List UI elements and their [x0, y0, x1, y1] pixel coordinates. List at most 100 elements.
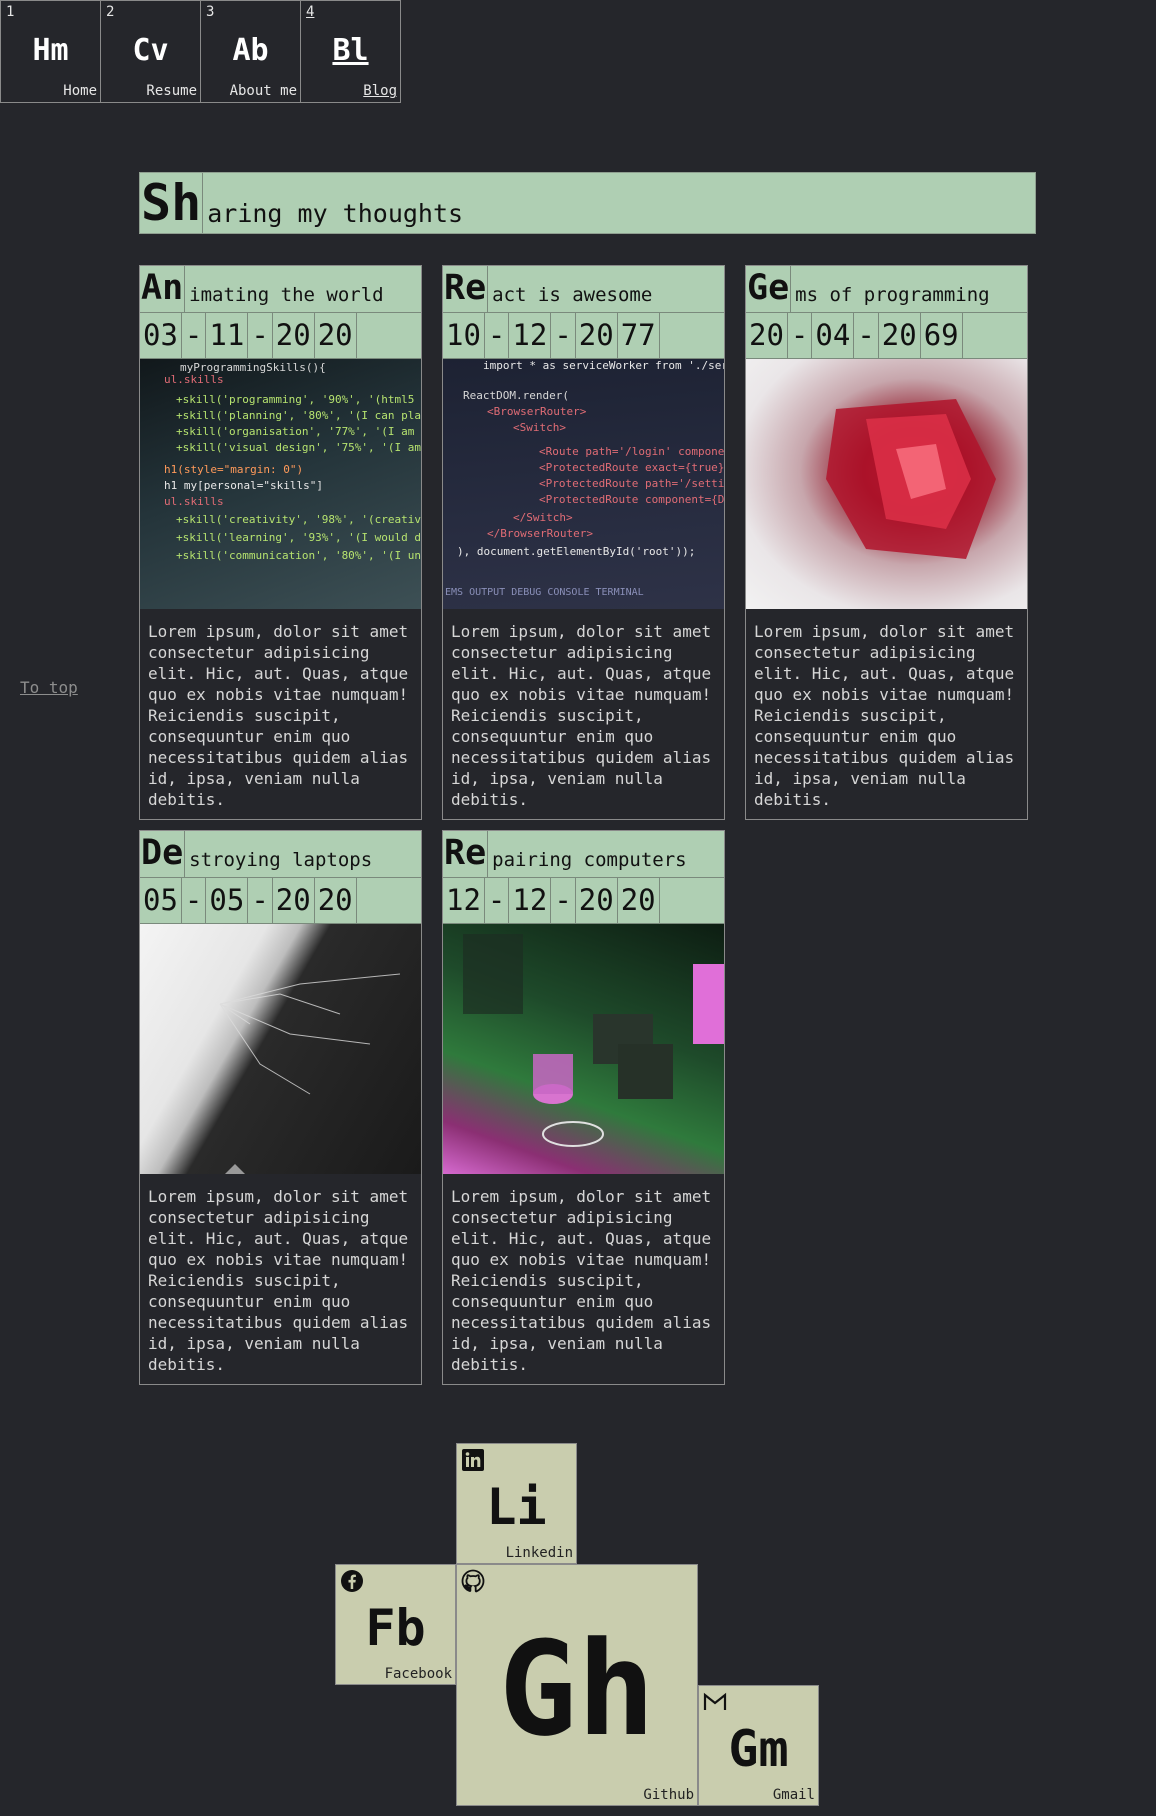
code-line: +skill('planning', '80%', '(I can plan v…	[176, 409, 421, 422]
post-title: An imating the world	[140, 266, 421, 313]
code-line: <ProtectedRoute path='/settings' co	[539, 477, 724, 490]
linkedin-tile[interactable]: Li Linkedin	[456, 1443, 577, 1564]
date-separator: -	[248, 878, 273, 923]
nav-symbol: Hm	[32, 33, 69, 68]
date-year: 20	[618, 878, 660, 923]
nav-number: 4	[306, 4, 315, 20]
date-month: 04	[812, 313, 855, 358]
nav-blog[interactable]: 4 Bl Blog	[300, 1, 401, 102]
date-day: 10	[443, 313, 485, 358]
post-title: Re pairing computers	[443, 831, 724, 878]
date-day: 05	[140, 878, 182, 923]
code-line: ul.skills	[164, 373, 224, 386]
code-line: <BrowserRouter>	[487, 405, 587, 418]
post-title-symbol: Re	[443, 266, 489, 312]
code-line: <Switch>	[513, 421, 566, 434]
post-title: De stroying laptops	[140, 831, 421, 878]
linkedin-icon	[462, 1449, 484, 1471]
post-card[interactable]: An imating the world 03-11-20 20 myProgra…	[139, 265, 422, 820]
nav-home[interactable]: 1 Hm Home	[0, 1, 100, 102]
date-separator: -	[485, 313, 510, 358]
gmail-label: Gmail	[772, 1787, 815, 1803]
code-line: <Route path='/login' component={Log	[539, 445, 724, 458]
post-date: 10-12-20 77	[443, 313, 724, 359]
post-date: 12-12-20 20	[443, 878, 724, 924]
code-line: +skill('organisation', '77%', '(I am goo…	[176, 425, 421, 438]
github-label: Github	[643, 1787, 694, 1803]
post-date: 03-11-20 20	[140, 313, 421, 359]
post-image-circuit-board	[443, 924, 724, 1174]
nav-label: About me	[229, 83, 297, 99]
linkedin-label: Linkedin	[505, 1545, 573, 1561]
code-line: ul.skills	[164, 495, 224, 508]
facebook-label: Facebook	[384, 1666, 452, 1682]
code-line: +skill('communication', '80%', '(I under…	[176, 549, 421, 562]
nav-label: Resume	[146, 83, 197, 99]
post-image-react-code: import * as serviceWorker from './servic…	[443, 359, 724, 609]
date-year: 20	[315, 313, 357, 358]
post-date: 05-05-20 20	[140, 878, 421, 924]
post-title-symbol: Re	[443, 831, 489, 877]
date-separator: -	[551, 313, 576, 358]
nav-about[interactable]: 3 Ab About me	[200, 1, 300, 102]
top-navigation: 1 Hm Home 2 Cv Resume 3 Ab About me 4 Bl…	[0, 0, 401, 103]
date-century: 20	[576, 313, 618, 358]
code-line: <ProtectedRoute exact={true} path	[539, 461, 724, 474]
date-century: 20	[273, 878, 315, 923]
post-title-symbol: De	[140, 831, 186, 877]
date-separator: -	[551, 878, 576, 923]
date-day: 20	[746, 313, 788, 358]
post-title: Ge ms of programming	[746, 266, 1027, 313]
code-line: +skill('creativity', '98%', '(creative t…	[176, 513, 421, 526]
post-card[interactable]: Re pairing computers 12-12-20 20 Lorem ip…	[442, 830, 725, 1385]
page-title: Sh aring my thoughts	[139, 172, 1036, 234]
nav-resume[interactable]: 2 Cv Resume	[100, 1, 200, 102]
date-day: 03	[140, 313, 182, 358]
posts-grid: An imating the world 03-11-20 20 myProgra…	[139, 265, 1029, 1385]
gmail-icon	[703, 1692, 727, 1710]
date-month: 12	[509, 878, 552, 923]
github-icon	[461, 1569, 485, 1593]
post-excerpt: Lorem ipsum, dolor sit amet consectetur …	[451, 622, 712, 809]
post-card[interactable]: De stroying laptops 05-05-20 20 Lorem ips…	[139, 830, 422, 1385]
code-line: +skill('visual design', '75%', '(I am ea…	[176, 441, 421, 454]
github-tile[interactable]: Gh Github	[456, 1564, 698, 1806]
post-title: Re act is awesome	[443, 266, 724, 313]
date-year: 20	[315, 878, 357, 923]
github-symbol: Gh	[498, 1613, 656, 1765]
to-top-link[interactable]: To top	[20, 678, 78, 697]
linkedin-symbol: Li	[486, 1478, 547, 1536]
gmail-symbol: Gm	[728, 1720, 789, 1778]
circuit-shapes	[463, 934, 724, 1147]
date-month: 12	[509, 313, 552, 358]
nav-number: 3	[206, 4, 215, 20]
date-day: 12	[443, 878, 485, 923]
post-title-symbol: Ge	[746, 266, 792, 312]
gmail-tile[interactable]: Gm Gmail	[698, 1685, 819, 1806]
post-title-rest: stroying laptops	[189, 849, 373, 871]
post-title-symbol: An	[140, 266, 186, 312]
code-line: EMS OUTPUT DEBUG CONSOLE TERMINAL	[445, 587, 644, 598]
post-card[interactable]: Ge ms of programming 20-04-20 69 Lorem ip…	[745, 265, 1028, 820]
code-line: h1 my[personal="skills"]	[164, 479, 323, 492]
post-image-red-gem	[746, 359, 1027, 609]
nav-label: Home	[63, 83, 97, 99]
code-line: ), document.getElementById('root'));	[457, 545, 696, 558]
nav-number: 2	[106, 4, 115, 20]
date-month: 11	[206, 313, 249, 358]
facebook-tile[interactable]: Fb Facebook	[335, 1564, 456, 1685]
nav-label: Blog	[363, 83, 397, 99]
post-title-rest: act is awesome	[492, 284, 653, 306]
facebook-symbol: Fb	[365, 1599, 426, 1657]
post-image-code-skills: myProgrammingSkills(){ ul.skills +skill(…	[140, 359, 421, 609]
date-separator: -	[485, 878, 510, 923]
page-title-symbol: Sh	[141, 173, 204, 233]
post-excerpt: Lorem ipsum, dolor sit amet consectetur …	[451, 1187, 712, 1374]
nav-symbol: Ab	[232, 33, 269, 68]
date-separator: -	[182, 313, 207, 358]
date-year: 77	[618, 313, 660, 358]
post-card[interactable]: Re act is awesome 10-12-20 77 import * as…	[442, 265, 725, 820]
post-title-rest: ms of programming	[795, 284, 990, 306]
crack-lines	[219, 973, 401, 1174]
post-image-cracked-laptop	[140, 924, 421, 1174]
